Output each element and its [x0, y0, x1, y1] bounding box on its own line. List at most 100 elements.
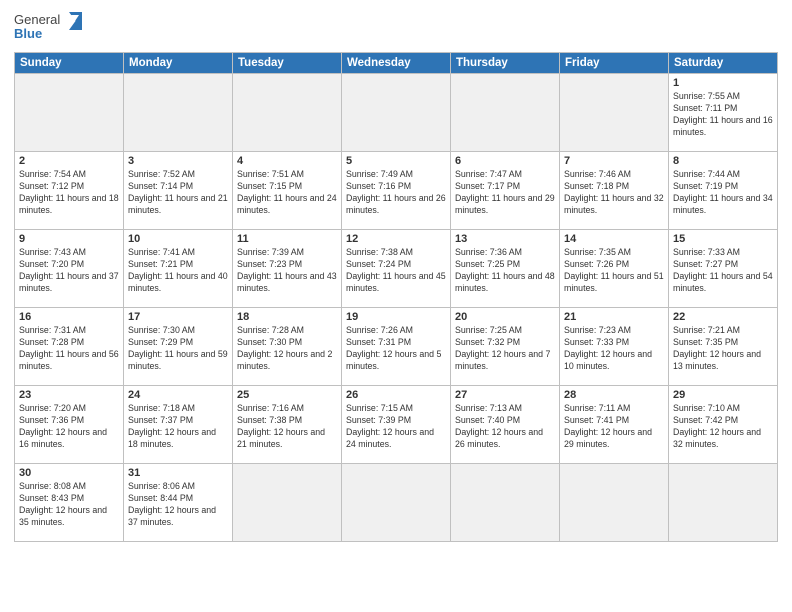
- calendar-cell: 29 Sunrise: 7:10 AMSunset: 7:42 PMDayligh…: [669, 386, 778, 464]
- day-number: 10: [128, 233, 228, 245]
- weekday-header-monday: Monday: [124, 53, 233, 74]
- day-number: 9: [19, 233, 119, 245]
- calendar-week-2: 2 Sunrise: 7:54 AMSunset: 7:12 PMDaylight…: [15, 152, 778, 230]
- day-info: Sunrise: 7:13 AMSunset: 7:40 PMDaylight:…: [455, 403, 555, 451]
- calendar-cell: 12Sunrise: 7:38 AMSunset: 7:24 PMDayligh…: [342, 230, 451, 308]
- day-info: Sunrise: 7:16 AMSunset: 7:38 PMDaylight:…: [237, 403, 337, 451]
- calendar-cell: 10 Sunrise: 7:41 AMSunset: 7:21 PMDayligh…: [124, 230, 233, 308]
- day-info: Sunrise: 7:33 AMSunset: 7:27 PMDaylight:…: [673, 247, 773, 295]
- day-info: Sunrise: 7:39 AMSunset: 7:23 PMDaylight:…: [237, 247, 337, 295]
- day-number: 26: [346, 389, 446, 401]
- day-info: Sunrise: 7:41 AMSunset: 7:21 PMDaylight:…: [128, 247, 228, 295]
- calendar-cell: 25 Sunrise: 7:16 AMSunset: 7:38 PMDayligh…: [233, 386, 342, 464]
- day-info: Sunrise: 7:49 AMSunset: 7:16 PMDaylight:…: [346, 169, 446, 217]
- day-number: 21: [564, 311, 664, 323]
- calendar-cell: [124, 74, 233, 152]
- calendar-cell: 8Sunrise: 7:44 AMSunset: 7:19 PMDaylight…: [669, 152, 778, 230]
- day-info: Sunrise: 8:08 AMSunset: 8:43 PMDaylight:…: [19, 481, 119, 529]
- calendar-cell: 19Sunrise: 7:26 AMSunset: 7:31 PMDayligh…: [342, 308, 451, 386]
- day-number: 20: [455, 311, 555, 323]
- calendar-cell: 17 Sunrise: 7:30 AMSunset: 7:29 PMDayligh…: [124, 308, 233, 386]
- day-number: 14: [564, 233, 664, 245]
- svg-text:Blue: Blue: [14, 26, 42, 41]
- calendar-body: 1Sunrise: 7:55 AMSunset: 7:11 PMDaylight…: [15, 74, 778, 542]
- calendar-cell: [560, 464, 669, 542]
- day-number: 15: [673, 233, 773, 245]
- calendar-week-5: 23 Sunrise: 7:20 AMSunset: 7:36 PMDayligh…: [15, 386, 778, 464]
- calendar-cell: 26 Sunrise: 7:15 AMSunset: 7:39 PMDayligh…: [342, 386, 451, 464]
- weekday-header-friday: Friday: [560, 53, 669, 74]
- day-info: Sunrise: 7:51 AMSunset: 7:15 PMDaylight:…: [237, 169, 337, 217]
- calendar-cell: [342, 464, 451, 542]
- calendar-week-6: 30 Sunrise: 8:08 AMSunset: 8:43 PMDayligh…: [15, 464, 778, 542]
- day-number: 7: [564, 155, 664, 167]
- day-info: Sunrise: 7:23 AMSunset: 7:33 PMDaylight:…: [564, 325, 664, 373]
- calendar-cell: 30 Sunrise: 8:08 AMSunset: 8:43 PMDayligh…: [15, 464, 124, 542]
- calendar-cell: 23 Sunrise: 7:20 AMSunset: 7:36 PMDayligh…: [15, 386, 124, 464]
- svg-text:General: General: [14, 12, 60, 27]
- day-number: 17: [128, 311, 228, 323]
- day-number: 2: [19, 155, 119, 167]
- day-number: 23: [19, 389, 119, 401]
- day-info: Sunrise: 7:25 AMSunset: 7:32 PMDaylight:…: [455, 325, 555, 373]
- day-info: Sunrise: 7:20 AMSunset: 7:36 PMDaylight:…: [19, 403, 119, 451]
- calendar-table: SundayMondayTuesdayWednesdayThursdayFrid…: [14, 52, 778, 542]
- calendar-cell: 5Sunrise: 7:49 AMSunset: 7:16 PMDaylight…: [342, 152, 451, 230]
- calendar-cell: 20 Sunrise: 7:25 AMSunset: 7:32 PMDayligh…: [451, 308, 560, 386]
- day-info: Sunrise: 7:35 AMSunset: 7:26 PMDaylight:…: [564, 247, 664, 295]
- calendar-cell: [451, 74, 560, 152]
- day-number: 3: [128, 155, 228, 167]
- calendar-week-1: 1Sunrise: 7:55 AMSunset: 7:11 PMDaylight…: [15, 74, 778, 152]
- day-info: Sunrise: 7:15 AMSunset: 7:39 PMDaylight:…: [346, 403, 446, 451]
- day-number: 25: [237, 389, 337, 401]
- calendar-cell: 9Sunrise: 7:43 AMSunset: 7:20 PMDaylight…: [15, 230, 124, 308]
- calendar-cell: [560, 74, 669, 152]
- day-info: Sunrise: 7:28 AMSunset: 7:30 PMDaylight:…: [237, 325, 337, 373]
- day-info: Sunrise: 7:30 AMSunset: 7:29 PMDaylight:…: [128, 325, 228, 373]
- day-number: 31: [128, 467, 228, 479]
- day-info: Sunrise: 7:38 AMSunset: 7:24 PMDaylight:…: [346, 247, 446, 295]
- day-info: Sunrise: 8:06 AMSunset: 8:44 PMDaylight:…: [128, 481, 228, 529]
- calendar-cell: [669, 464, 778, 542]
- day-number: 24: [128, 389, 228, 401]
- calendar-header: SundayMondayTuesdayWednesdayThursdayFrid…: [15, 53, 778, 74]
- calendar-cell: 13Sunrise: 7:36 AMSunset: 7:25 PMDayligh…: [451, 230, 560, 308]
- day-number: 16: [19, 311, 119, 323]
- calendar-cell: 21 Sunrise: 7:23 AMSunset: 7:33 PMDayligh…: [560, 308, 669, 386]
- day-number: 29: [673, 389, 773, 401]
- day-info: Sunrise: 7:47 AMSunset: 7:17 PMDaylight:…: [455, 169, 555, 217]
- day-number: 19: [346, 311, 446, 323]
- day-number: 22: [673, 311, 773, 323]
- logo: General Blue: [14, 10, 86, 46]
- day-info: Sunrise: 7:31 AMSunset: 7:28 PMDaylight:…: [19, 325, 119, 373]
- day-number: 11: [237, 233, 337, 245]
- header: General Blue: [14, 10, 778, 46]
- day-number: 28: [564, 389, 664, 401]
- day-number: 30: [19, 467, 119, 479]
- page: General Blue SundayMondayTuesdayWednesda…: [0, 0, 792, 612]
- day-info: Sunrise: 7:10 AMSunset: 7:42 PMDaylight:…: [673, 403, 773, 451]
- day-info: Sunrise: 7:18 AMSunset: 7:37 PMDaylight:…: [128, 403, 228, 451]
- weekday-header-thursday: Thursday: [451, 53, 560, 74]
- calendar-cell: [15, 74, 124, 152]
- day-number: 27: [455, 389, 555, 401]
- day-info: Sunrise: 7:52 AMSunset: 7:14 PMDaylight:…: [128, 169, 228, 217]
- calendar-cell: 16 Sunrise: 7:31 AMSunset: 7:28 PMDayligh…: [15, 308, 124, 386]
- calendar-cell: 6Sunrise: 7:47 AMSunset: 7:17 PMDaylight…: [451, 152, 560, 230]
- weekday-header-wednesday: Wednesday: [342, 53, 451, 74]
- weekday-header-saturday: Saturday: [669, 53, 778, 74]
- calendar-cell: 27 Sunrise: 7:13 AMSunset: 7:40 PMDayligh…: [451, 386, 560, 464]
- day-info: Sunrise: 7:55 AMSunset: 7:11 PMDaylight:…: [673, 91, 773, 139]
- day-info: Sunrise: 7:54 AMSunset: 7:12 PMDaylight:…: [19, 169, 119, 217]
- calendar-cell: 11 Sunrise: 7:39 AMSunset: 7:23 PMDayligh…: [233, 230, 342, 308]
- calendar-cell: 1Sunrise: 7:55 AMSunset: 7:11 PMDaylight…: [669, 74, 778, 152]
- day-info: Sunrise: 7:21 AMSunset: 7:35 PMDaylight:…: [673, 325, 773, 373]
- calendar-cell: 2 Sunrise: 7:54 AMSunset: 7:12 PMDaylight…: [15, 152, 124, 230]
- calendar-cell: [233, 74, 342, 152]
- day-number: 13: [455, 233, 555, 245]
- calendar-cell: 7 Sunrise: 7:46 AMSunset: 7:18 PMDaylight…: [560, 152, 669, 230]
- calendar-cell: 15 Sunrise: 7:33 AMSunset: 7:27 PMDayligh…: [669, 230, 778, 308]
- weekday-header-row: SundayMondayTuesdayWednesdayThursdayFrid…: [15, 53, 778, 74]
- day-info: Sunrise: 7:44 AMSunset: 7:19 PMDaylight:…: [673, 169, 773, 217]
- day-info: Sunrise: 7:46 AMSunset: 7:18 PMDaylight:…: [564, 169, 664, 217]
